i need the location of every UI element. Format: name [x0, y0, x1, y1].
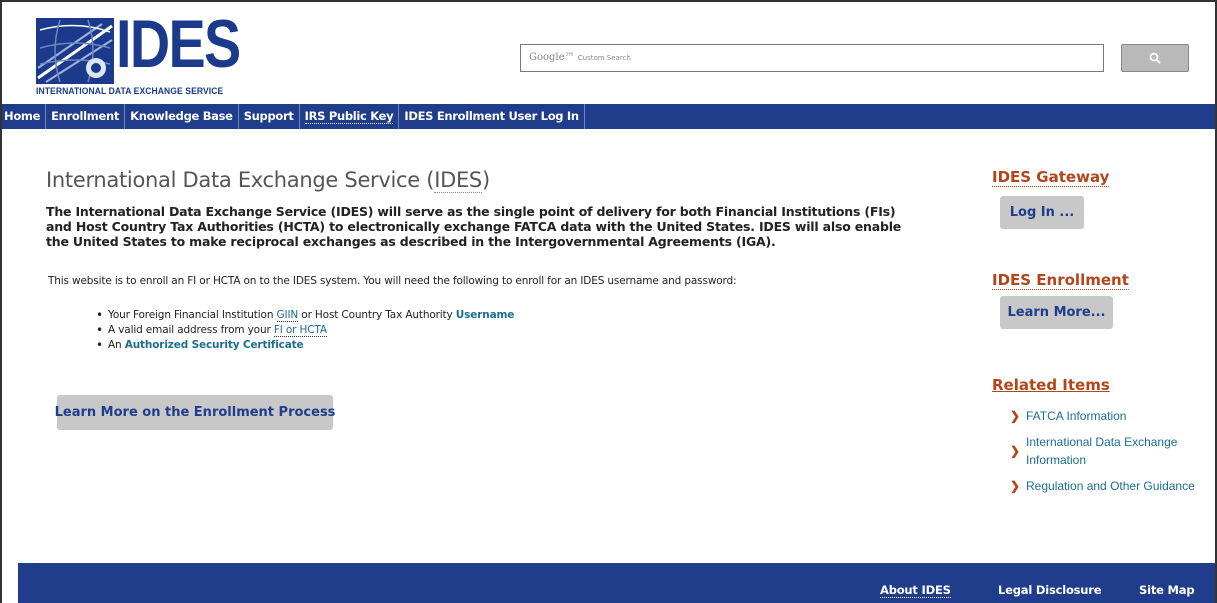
related-data-exchange-link[interactable]: ❯ International Data Exchange Information	[1010, 433, 1200, 469]
enroll-note: This website is to enroll an FI or HCTA …	[48, 275, 737, 287]
main-nav: Home Enrollment Knowledge Base Support I…	[2, 104, 1215, 129]
related-items-list: ❯ FATCA Information ❯ International Data E…	[1010, 407, 1200, 503]
search-button[interactable]	[1121, 44, 1189, 72]
list-item: An Authorized Security Certificate	[96, 338, 514, 353]
footer-legal-link[interactable]: Legal Disclosure	[998, 583, 1102, 597]
search-input[interactable]: Google™ Custom Search	[520, 44, 1104, 72]
footer-about-link[interactable]: About IDES	[880, 583, 951, 598]
globe-logo-icon	[36, 18, 114, 84]
username-link[interactable]: Username	[456, 309, 515, 321]
footer-sitemap-link[interactable]: Site Map	[1139, 583, 1195, 597]
security-certificate-link[interactable]: Authorized Security Certificate	[125, 339, 304, 351]
login-button[interactable]: Log In ...	[1000, 196, 1084, 229]
learn-more-button[interactable]: Learn More...	[1000, 296, 1113, 329]
list-item: Your Foreign Financial Institution GIIN …	[96, 308, 514, 323]
nav-enrollment[interactable]: Enrollment	[46, 104, 126, 129]
related-items-heading: Related Items	[992, 376, 1110, 394]
search-icon	[1149, 52, 1161, 64]
nav-knowledge-base[interactable]: Knowledge Base	[125, 104, 239, 129]
search-placeholder: Google™ Custom Search	[529, 52, 631, 63]
requirements-list: Your Foreign Financial Institution GIIN …	[96, 308, 514, 353]
learn-enrollment-process-button[interactable]: Learn More on the Enrollment Process	[55, 395, 335, 430]
ides-gateway-heading: IDES Gateway	[992, 168, 1110, 187]
list-item: A valid email address from your FI or HC…	[96, 323, 514, 338]
ides-logo[interactable]: IDES INTERNATIONAL DATA EXCHANGE SERVICE	[36, 10, 241, 98]
nav-support[interactable]: Support	[239, 104, 300, 129]
site-footer: About IDES Legal Disclosure Site Map	[18, 563, 1215, 603]
logo-subtitle: INTERNATIONAL DATA EXCHANGE SERVICE	[36, 86, 224, 97]
related-regulation-link[interactable]: ❯ Regulation and Other Guidance	[1010, 477, 1200, 495]
related-fatca-link[interactable]: ❯ FATCA Information	[1010, 407, 1200, 425]
chevron-right-icon: ❯	[1010, 444, 1021, 458]
nav-irs-public-key[interactable]: IRS Public Key	[300, 104, 400, 129]
giin-link[interactable]: GIIN	[276, 309, 298, 322]
logo-wordmark: IDES	[116, 6, 241, 82]
page-title: International Data Exchange Service (IDE…	[46, 168, 490, 193]
chevron-right-icon: ❯	[1010, 409, 1021, 423]
fi-hcta-link[interactable]: FI or HCTA	[273, 324, 327, 337]
ides-enrollment-heading: IDES Enrollment	[992, 271, 1129, 290]
nav-home[interactable]: Home	[2, 104, 47, 129]
intro-paragraph: The International Data Exchange Service …	[46, 204, 902, 249]
main-content: International Data Exchange Service (IDE…	[46, 168, 906, 249]
chevron-right-icon: ❯	[1010, 479, 1021, 493]
nav-enrollment-login[interactable]: IDES Enrollment User Log In	[399, 104, 585, 129]
